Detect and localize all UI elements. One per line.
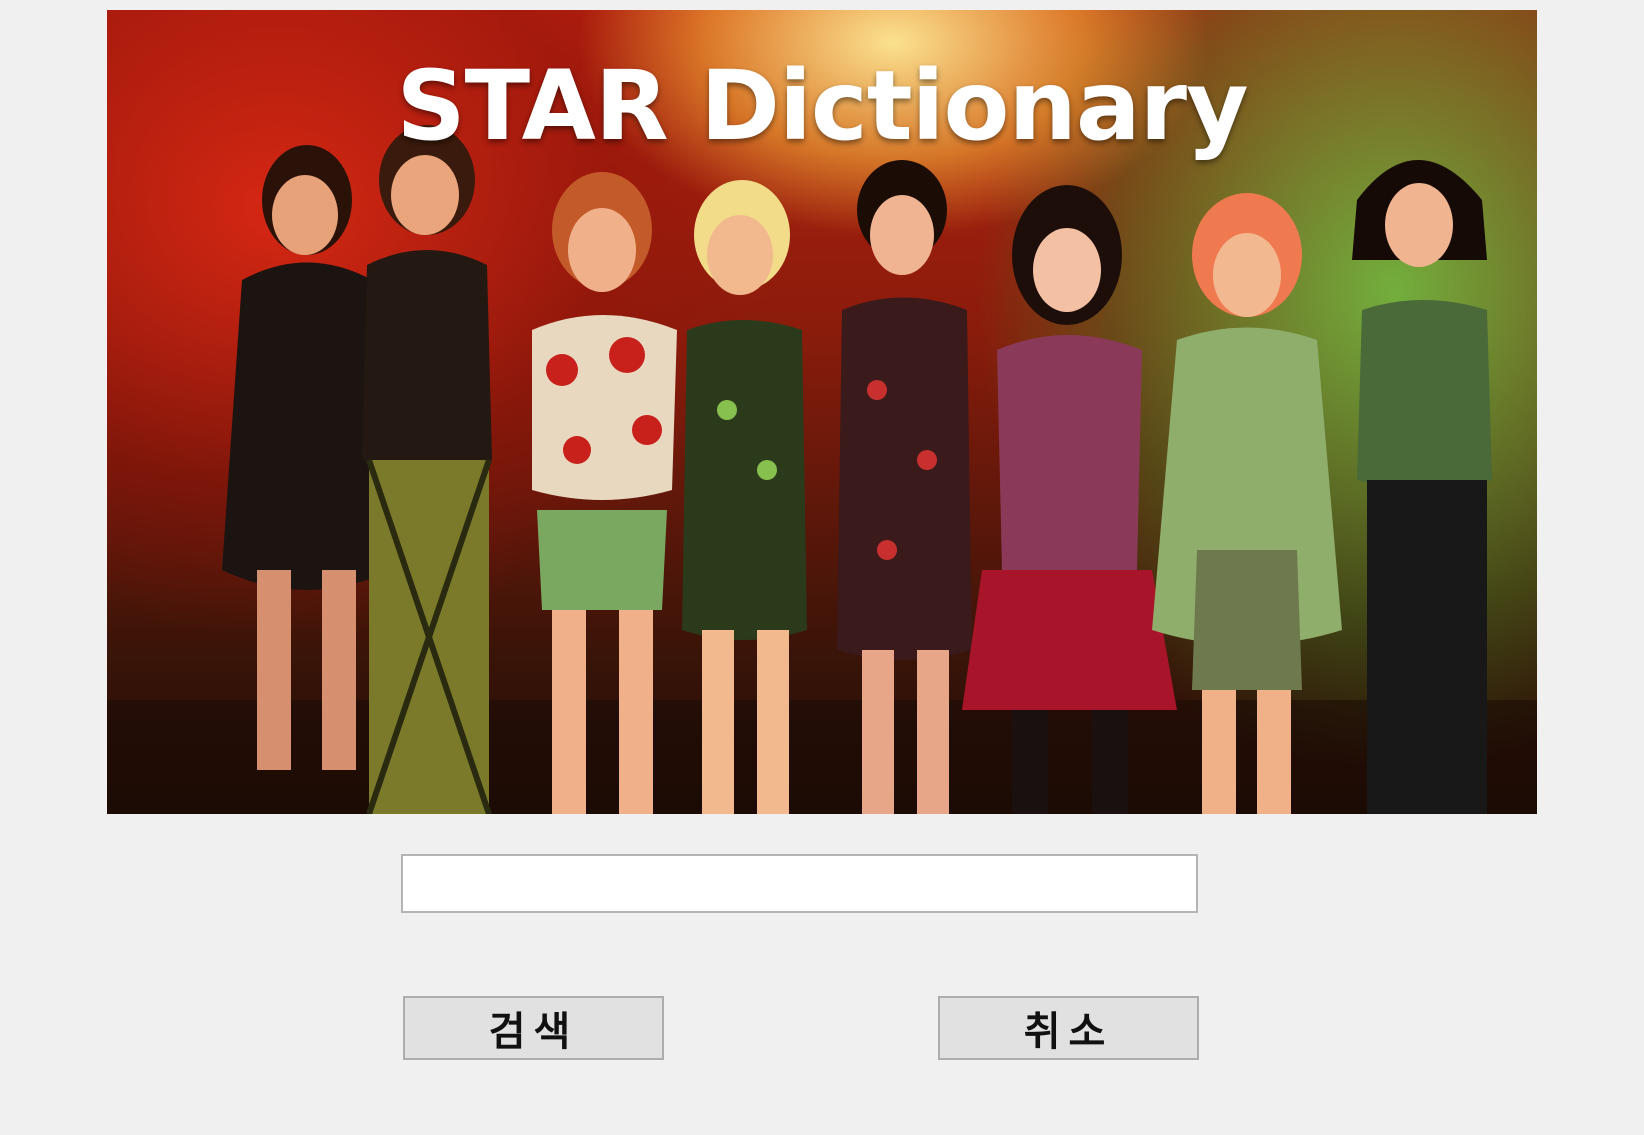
search-input[interactable]	[401, 854, 1198, 913]
cancel-button[interactable]: 취소	[938, 996, 1199, 1060]
search-button[interactable]: 검색	[403, 996, 664, 1060]
figure-2	[362, 125, 492, 814]
figure-8	[1352, 160, 1492, 814]
banner-image: STAR Dictionary	[107, 10, 1537, 814]
banner-title: STAR Dictionary	[396, 50, 1248, 162]
app-window: STAR Dictionary 검색 취소	[0, 0, 1644, 1135]
